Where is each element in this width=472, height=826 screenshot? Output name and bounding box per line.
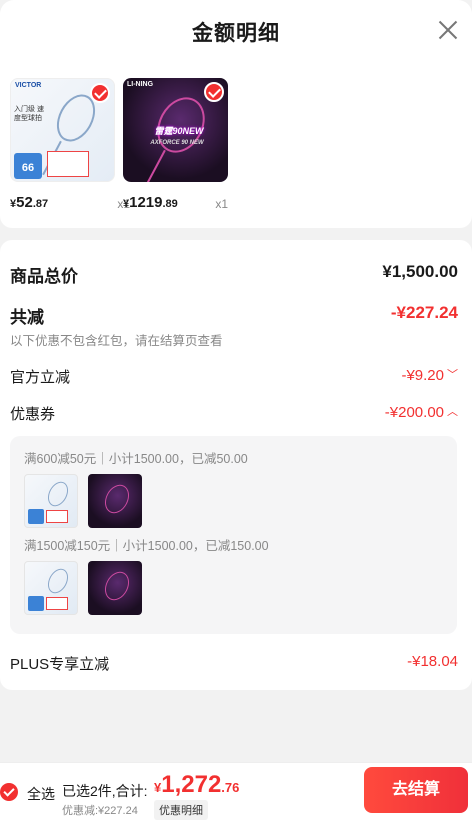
discount-note: 以下优惠不包含红包，请在结算页查看 <box>10 334 223 348</box>
official-discount-row[interactable]: 官方立减 -¥9.20 ﹀ <box>10 366 458 388</box>
product-image: LI-NING 雷霆90NEW AXFORCE 90 NEW <box>123 78 228 182</box>
official-discount-value: -¥9.20 ﹀ <box>401 366 458 384</box>
product-image: VICTOR 入门级 速度型球拍 66 <box>10 78 115 182</box>
plus-discount-value: -¥18.04 <box>407 653 458 670</box>
close-icon[interactable] <box>436 18 460 42</box>
total-price-label: 商品总价 <box>10 267 78 286</box>
total-reduce-value: -¥227.24 <box>390 303 458 322</box>
plus-discount-row: PLUS专享立减 -¥18.04 <box>10 653 458 675</box>
price-row: ¥52.87 x1 <box>10 194 130 212</box>
product-price: ¥52.87 <box>10 194 49 211</box>
checkout-bar: 全选 已选2件,合计: ¥1,272.76 优惠减:¥227.24 优惠明细 去… <box>0 762 472 826</box>
product-badge: 66 <box>14 153 42 179</box>
checkbox-checked-icon[interactable] <box>90 83 110 103</box>
coupon-label: 优惠券 <box>10 406 56 423</box>
product-item[interactable]: LI-NING 雷霆90NEW AXFORCE 90 NEW ¥1219.89 … <box>123 78 243 212</box>
chevron-down-icon[interactable]: ﹀ <box>447 366 458 382</box>
checkout-button[interactable]: 去结算 <box>364 767 468 813</box>
official-discount-label: 官方立减 <box>10 369 71 386</box>
total-reduce-row: 共减 -¥227.24 <box>10 303 458 327</box>
price-row: ¥1219.89 x1 <box>123 194 228 212</box>
discount-summary: 优惠减:¥227.24 <box>62 805 138 817</box>
modal-header: 金额明细 <box>0 0 472 60</box>
select-all-checkbox[interactable] <box>0 783 18 801</box>
plus-discount-label: PLUS专享立减 <box>10 656 110 673</box>
total-price-value: ¥1,500.00 <box>382 262 458 281</box>
discount-detail-button[interactable]: 优惠明细 <box>154 800 208 820</box>
total-price-row: 商品总价 ¥1,500.00 <box>10 262 458 286</box>
brand-logo: VICTOR <box>15 82 42 89</box>
racket-shaft-shape <box>146 149 166 182</box>
coupon-product-thumb <box>24 474 78 528</box>
coupon-rule: 满600减50元｜小计1500.00，已减50.00 <box>24 452 248 466</box>
grand-total: ¥1,272.76 <box>154 771 240 798</box>
coupon-product-thumb <box>88 561 142 615</box>
coupon-rule: 满1500减150元｜小计1500.00，已减150.00 <box>24 539 269 553</box>
promo-sticker <box>47 151 89 177</box>
price-detail-card: 商品总价 ¥1,500.00 共减 -¥227.24 以下优惠不包含红包，请在结… <box>0 240 472 690</box>
coupon-breakdown: 满600减50元｜小计1500.00，已减50.00 满1500减150元｜小计… <box>10 436 457 634</box>
products-card: VICTOR 入门级 速度型球拍 66 ¥52.87 x1 LI-NING 雷霆… <box>0 60 472 228</box>
product-qty: x1 <box>215 197 228 211</box>
product-model-en: AXFORCE 90 NEW <box>150 140 204 146</box>
product-tag: 入门级 速度型球拍 <box>14 106 44 122</box>
select-all-label[interactable]: 全选 <box>27 784 55 804</box>
chevron-up-icon[interactable]: ︿ <box>447 403 458 419</box>
coupon-product-thumb <box>24 561 78 615</box>
coupon-row[interactable]: 优惠券 -¥200.00 ︿ <box>10 403 458 425</box>
brand-logo: LI-NING <box>127 81 154 88</box>
selected-summary: 已选2件,合计: <box>62 783 148 799</box>
coupon-product-thumb <box>88 474 142 528</box>
product-item[interactable]: VICTOR 入门级 速度型球拍 66 ¥52.87 x1 <box>10 78 130 212</box>
product-model: 雷霆90NEW <box>154 126 204 136</box>
modal-title: 金额明细 <box>192 22 280 45</box>
total-reduce-label: 共减 <box>10 308 44 327</box>
checkbox-checked-icon[interactable] <box>204 82 224 102</box>
product-price: ¥1219.89 <box>123 194 178 211</box>
coupon-value: -¥200.00 ︿ <box>384 403 458 421</box>
